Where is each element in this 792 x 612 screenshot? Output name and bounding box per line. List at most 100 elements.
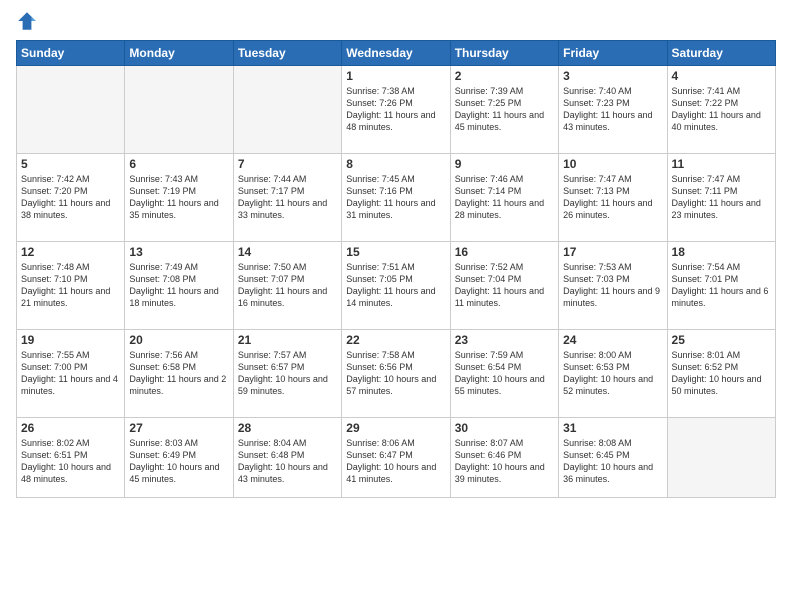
- week-row-5: 26 Sunrise: 8:02 AM Sunset: 6:51 PM Dayli…: [17, 418, 776, 498]
- day-number: 10: [563, 157, 662, 171]
- day-info: Sunrise: 7:39 AM Sunset: 7:25 PM Dayligh…: [455, 85, 554, 134]
- day-info: Sunrise: 7:38 AM Sunset: 7:26 PM Dayligh…: [346, 85, 445, 134]
- day-cell: 21 Sunrise: 7:57 AM Sunset: 6:57 PM Dayli…: [233, 330, 341, 418]
- day-info: Sunrise: 8:04 AM Sunset: 6:48 PM Dayligh…: [238, 437, 337, 486]
- day-cell: 26 Sunrise: 8:02 AM Sunset: 6:51 PM Dayli…: [17, 418, 125, 498]
- day-number: 2: [455, 69, 554, 83]
- day-cell: 2 Sunrise: 7:39 AM Sunset: 7:25 PM Daylig…: [450, 66, 558, 154]
- day-info: Sunrise: 8:02 AM Sunset: 6:51 PM Dayligh…: [21, 437, 120, 486]
- day-cell: 25 Sunrise: 8:01 AM Sunset: 6:52 PM Dayli…: [667, 330, 775, 418]
- day-cell: 10 Sunrise: 7:47 AM Sunset: 7:13 PM Dayli…: [559, 154, 667, 242]
- day-cell: [667, 418, 775, 498]
- day-number: 29: [346, 421, 445, 435]
- day-cell: 28 Sunrise: 8:04 AM Sunset: 6:48 PM Dayli…: [233, 418, 341, 498]
- day-info: Sunrise: 8:07 AM Sunset: 6:46 PM Dayligh…: [455, 437, 554, 486]
- day-info: Sunrise: 7:52 AM Sunset: 7:04 PM Dayligh…: [455, 261, 554, 310]
- day-number: 22: [346, 333, 445, 347]
- day-info: Sunrise: 7:49 AM Sunset: 7:08 PM Dayligh…: [129, 261, 228, 310]
- day-number: 11: [672, 157, 771, 171]
- day-cell: 19 Sunrise: 7:55 AM Sunset: 7:00 PM Dayli…: [17, 330, 125, 418]
- col-header-friday: Friday: [559, 41, 667, 66]
- day-info: Sunrise: 7:42 AM Sunset: 7:20 PM Dayligh…: [21, 173, 120, 222]
- page: SundayMondayTuesdayWednesdayThursdayFrid…: [0, 0, 792, 612]
- day-number: 26: [21, 421, 120, 435]
- day-cell: 4 Sunrise: 7:41 AM Sunset: 7:22 PM Daylig…: [667, 66, 775, 154]
- day-info: Sunrise: 8:01 AM Sunset: 6:52 PM Dayligh…: [672, 349, 771, 398]
- day-number: 7: [238, 157, 337, 171]
- day-cell: 11 Sunrise: 7:47 AM Sunset: 7:11 PM Dayli…: [667, 154, 775, 242]
- header-row: SundayMondayTuesdayWednesdayThursdayFrid…: [17, 41, 776, 66]
- day-cell: 8Sunrise: 7:45 AM Sunset: 7:16 PM Daylig…: [342, 154, 450, 242]
- day-info: Sunrise: 7:55 AM Sunset: 7:00 PM Dayligh…: [21, 349, 120, 398]
- day-cell: 1 Sunrise: 7:38 AM Sunset: 7:26 PM Daylig…: [342, 66, 450, 154]
- logo: [16, 10, 42, 32]
- day-number: 16: [455, 245, 554, 259]
- day-cell: 30Sunrise: 8:07 AM Sunset: 6:46 PM Dayli…: [450, 418, 558, 498]
- day-cell: 18 Sunrise: 7:54 AM Sunset: 7:01 PM Dayli…: [667, 242, 775, 330]
- day-cell: [125, 66, 233, 154]
- day-number: 1: [346, 69, 445, 83]
- day-cell: 22 Sunrise: 7:58 AM Sunset: 6:56 PM Dayli…: [342, 330, 450, 418]
- day-info: Sunrise: 7:48 AM Sunset: 7:10 PM Dayligh…: [21, 261, 120, 310]
- day-info: Sunrise: 7:50 AM Sunset: 7:07 PM Dayligh…: [238, 261, 337, 310]
- week-row-1: 1 Sunrise: 7:38 AM Sunset: 7:26 PM Daylig…: [17, 66, 776, 154]
- day-info: Sunrise: 7:44 AM Sunset: 7:17 PM Dayligh…: [238, 173, 337, 222]
- day-cell: 23 Sunrise: 7:59 AM Sunset: 6:54 PM Dayli…: [450, 330, 558, 418]
- day-number: 9: [455, 157, 554, 171]
- day-number: 31: [563, 421, 662, 435]
- day-info: Sunrise: 7:57 AM Sunset: 6:57 PM Dayligh…: [238, 349, 337, 398]
- day-info: Sunrise: 8:06 AM Sunset: 6:47 PM Dayligh…: [346, 437, 445, 486]
- day-number: 28: [238, 421, 337, 435]
- day-cell: 5 Sunrise: 7:42 AM Sunset: 7:20 PM Daylig…: [17, 154, 125, 242]
- day-number: 15: [346, 245, 445, 259]
- day-number: 20: [129, 333, 228, 347]
- day-number: 5: [21, 157, 120, 171]
- col-header-thursday: Thursday: [450, 41, 558, 66]
- col-header-wednesday: Wednesday: [342, 41, 450, 66]
- calendar: SundayMondayTuesdayWednesdayThursdayFrid…: [16, 40, 776, 498]
- col-header-monday: Monday: [125, 41, 233, 66]
- day-cell: 17Sunrise: 7:53 AM Sunset: 7:03 PM Dayli…: [559, 242, 667, 330]
- day-cell: 29 Sunrise: 8:06 AM Sunset: 6:47 PM Dayli…: [342, 418, 450, 498]
- day-info: Sunrise: 7:59 AM Sunset: 6:54 PM Dayligh…: [455, 349, 554, 398]
- day-info: Sunrise: 7:47 AM Sunset: 7:13 PM Dayligh…: [563, 173, 662, 222]
- day-cell: 31Sunrise: 8:08 AM Sunset: 6:45 PM Dayli…: [559, 418, 667, 498]
- day-cell: 13 Sunrise: 7:49 AM Sunset: 7:08 PM Dayli…: [125, 242, 233, 330]
- day-info: Sunrise: 7:40 AM Sunset: 7:23 PM Dayligh…: [563, 85, 662, 134]
- day-number: 21: [238, 333, 337, 347]
- day-number: 18: [672, 245, 771, 259]
- day-cell: [233, 66, 341, 154]
- day-cell: 6 Sunrise: 7:43 AM Sunset: 7:19 PM Daylig…: [125, 154, 233, 242]
- day-number: 4: [672, 69, 771, 83]
- day-number: 23: [455, 333, 554, 347]
- week-row-2: 5 Sunrise: 7:42 AM Sunset: 7:20 PM Daylig…: [17, 154, 776, 242]
- day-cell: 24 Sunrise: 8:00 AM Sunset: 6:53 PM Dayli…: [559, 330, 667, 418]
- day-cell: 9 Sunrise: 7:46 AM Sunset: 7:14 PM Daylig…: [450, 154, 558, 242]
- day-info: Sunrise: 7:58 AM Sunset: 6:56 PM Dayligh…: [346, 349, 445, 398]
- day-info: Sunrise: 7:54 AM Sunset: 7:01 PM Dayligh…: [672, 261, 771, 310]
- day-number: 24: [563, 333, 662, 347]
- day-info: Sunrise: 7:41 AM Sunset: 7:22 PM Dayligh…: [672, 85, 771, 134]
- header: [16, 10, 776, 32]
- day-cell: 27Sunrise: 8:03 AM Sunset: 6:49 PM Dayli…: [125, 418, 233, 498]
- day-number: 13: [129, 245, 228, 259]
- day-cell: 14 Sunrise: 7:50 AM Sunset: 7:07 PM Dayli…: [233, 242, 341, 330]
- day-info: Sunrise: 7:46 AM Sunset: 7:14 PM Dayligh…: [455, 173, 554, 222]
- col-header-saturday: Saturday: [667, 41, 775, 66]
- day-number: 25: [672, 333, 771, 347]
- day-info: Sunrise: 7:43 AM Sunset: 7:19 PM Dayligh…: [129, 173, 228, 222]
- day-number: 14: [238, 245, 337, 259]
- day-cell: 3Sunrise: 7:40 AM Sunset: 7:23 PM Daylig…: [559, 66, 667, 154]
- col-header-tuesday: Tuesday: [233, 41, 341, 66]
- col-header-sunday: Sunday: [17, 41, 125, 66]
- day-cell: 12Sunrise: 7:48 AM Sunset: 7:10 PM Dayli…: [17, 242, 125, 330]
- day-number: 19: [21, 333, 120, 347]
- day-number: 6: [129, 157, 228, 171]
- day-info: Sunrise: 7:47 AM Sunset: 7:11 PM Dayligh…: [672, 173, 771, 222]
- day-info: Sunrise: 7:51 AM Sunset: 7:05 PM Dayligh…: [346, 261, 445, 310]
- logo-icon: [16, 10, 38, 32]
- day-info: Sunrise: 8:00 AM Sunset: 6:53 PM Dayligh…: [563, 349, 662, 398]
- day-cell: 15 Sunrise: 7:51 AM Sunset: 7:05 PM Dayli…: [342, 242, 450, 330]
- day-number: 27: [129, 421, 228, 435]
- day-number: 8: [346, 157, 445, 171]
